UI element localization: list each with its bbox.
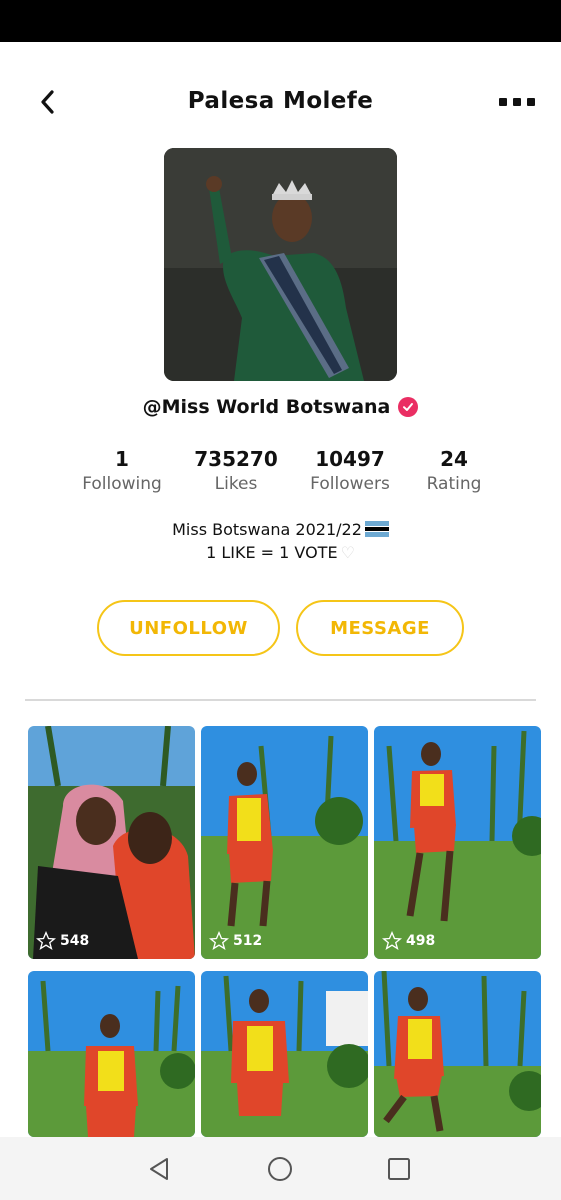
- botswana-flag-icon: [364, 521, 389, 537]
- stat-likes-label: Likes: [214, 474, 258, 494]
- stat-rating: 24 Rating: [394, 446, 514, 496]
- verified-badge-icon: [398, 397, 419, 417]
- stat-followers[interactable]: 10497 Followers: [290, 446, 410, 496]
- stat-following-label: Following: [82, 474, 162, 494]
- star-outline-icon: [382, 931, 402, 950]
- post-tile[interactable]: [28, 971, 195, 1137]
- page-title: Palesa Molefe: [187, 88, 374, 114]
- nav-back-button[interactable]: [140, 1149, 180, 1189]
- post-tile[interactable]: 498: [374, 726, 541, 959]
- nav-recents-button[interactable]: [379, 1149, 419, 1189]
- header: Palesa Molefe: [0, 42, 561, 160]
- post-image: [201, 971, 368, 1137]
- post-tile[interactable]: [374, 971, 541, 1137]
- unfollow-button[interactable]: UNFOLLOW: [97, 600, 280, 656]
- bio-line-2: 1 LIKE = 1 VOTE ♡: [206, 543, 355, 562]
- stat-followers-value: 10497: [315, 447, 385, 471]
- stat-rating-label: Rating: [426, 474, 482, 494]
- stat-following-value: 1: [115, 447, 129, 471]
- post-tile[interactable]: 512: [201, 726, 368, 959]
- square-recents-icon: [388, 1158, 410, 1180]
- profile-stats: 1 Following 735270 Likes 10497 Followers…: [0, 446, 561, 502]
- message-button[interactable]: MESSAGE: [296, 600, 464, 656]
- stat-rating-value: 24: [440, 447, 468, 471]
- profile-photo[interactable]: [164, 148, 397, 381]
- status-bar: [0, 0, 561, 42]
- divider: [25, 699, 536, 701]
- system-nav-bar: [0, 1137, 561, 1200]
- post-image: [28, 971, 195, 1137]
- more-horizontal-icon: [499, 98, 507, 106]
- profile-photo-image: [164, 148, 397, 381]
- post-likes: 512: [209, 931, 262, 951]
- stat-likes-value: 735270: [194, 447, 278, 471]
- profile-handle-row: @Miss World Botswana: [0, 396, 561, 418]
- post-likes: 548: [36, 931, 89, 951]
- profile-bio: Miss Botswana 2021/22 1 LIKE = 1 VOTE ♡: [0, 518, 561, 564]
- star-outline-icon: [36, 931, 56, 950]
- post-tile[interactable]: 548: [28, 726, 195, 959]
- stat-followers-label: Followers: [310, 474, 390, 494]
- stat-likes: 735270 Likes: [176, 446, 296, 496]
- nav-home-button[interactable]: [260, 1149, 300, 1189]
- post-likes: 498: [382, 931, 435, 951]
- stat-following[interactable]: 1 Following: [62, 446, 182, 496]
- profile-handle: @Miss World Botswana: [142, 396, 391, 418]
- triangle-back-icon: [150, 1158, 168, 1180]
- post-image: [201, 726, 368, 959]
- post-tile[interactable]: [201, 971, 368, 1137]
- circle-home-icon: [268, 1157, 292, 1181]
- post-image: [28, 726, 195, 959]
- white-heart-icon: ♡: [340, 543, 355, 562]
- post-image: [374, 971, 541, 1137]
- more-options-button[interactable]: [495, 90, 539, 114]
- post-image: [374, 726, 541, 959]
- chevron-left-icon: [41, 90, 54, 114]
- star-outline-icon: [209, 931, 229, 950]
- back-button[interactable]: [28, 82, 68, 122]
- bio-line-1: Miss Botswana 2021/22: [0, 518, 561, 541]
